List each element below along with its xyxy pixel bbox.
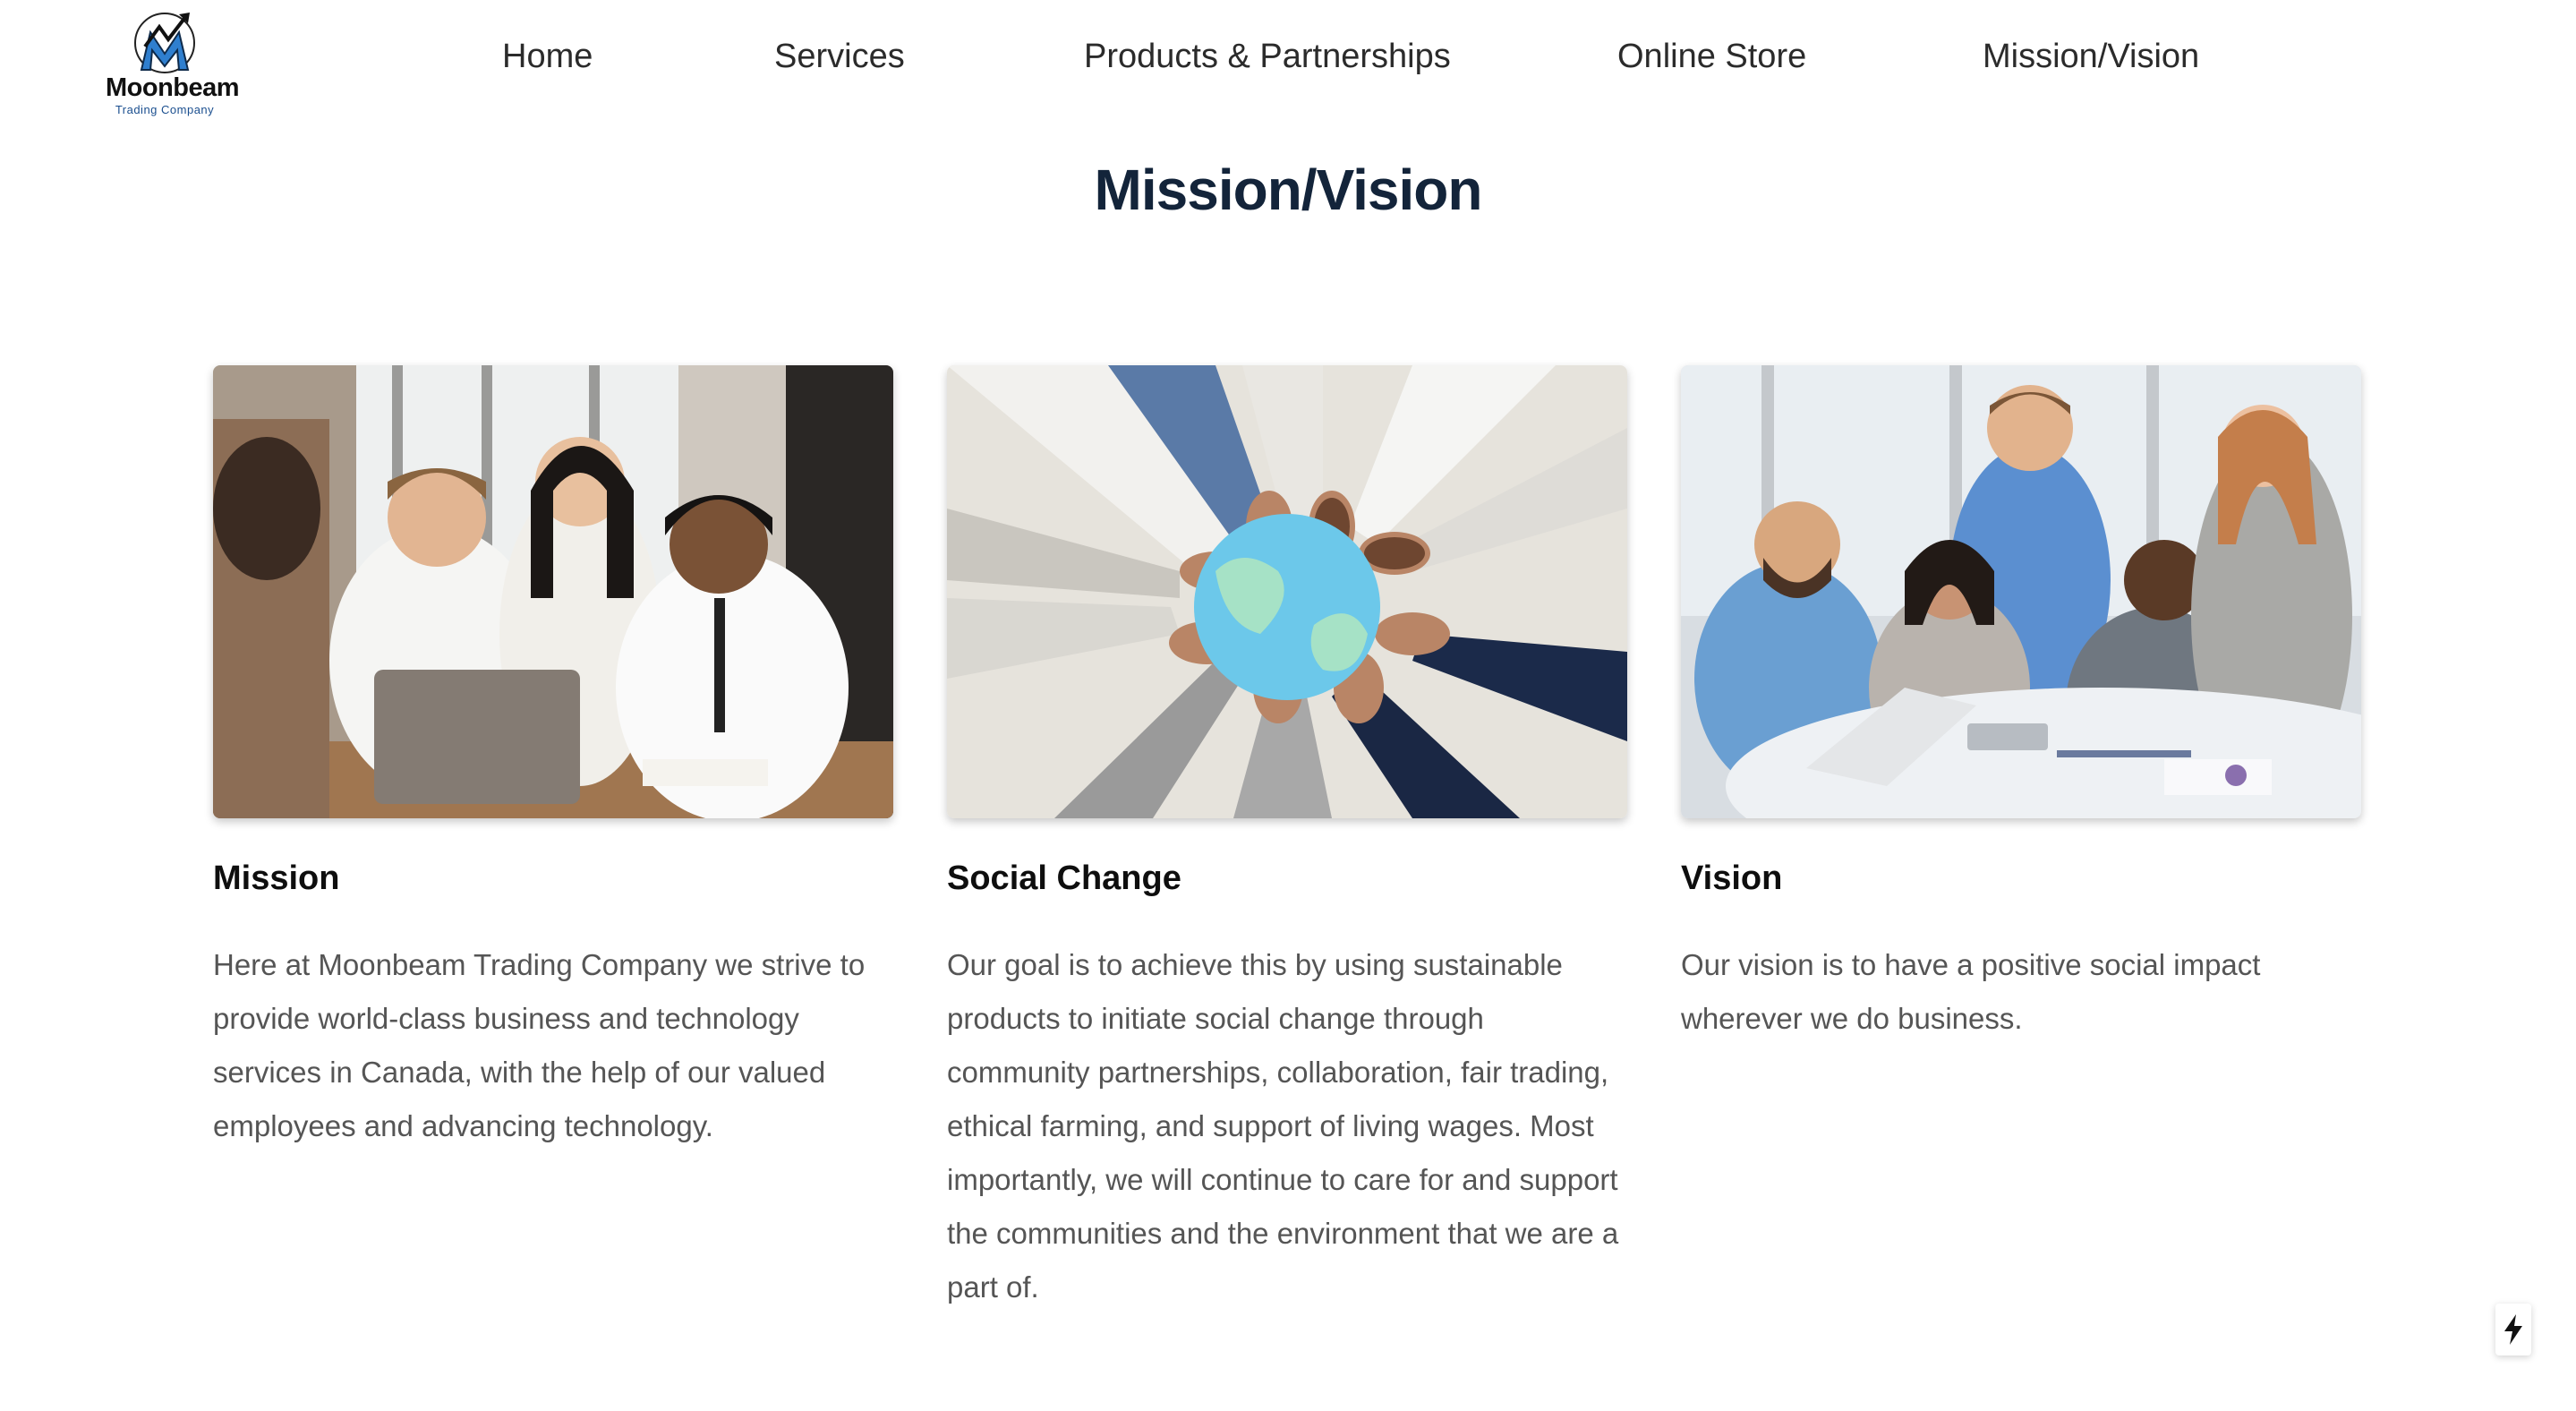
mission-text: Here at Moonbeam Trading Company we stri… — [213, 948, 866, 1142]
vision-text: Our vision is to have a positive social … — [1681, 948, 2261, 1035]
brand-logo[interactable]: Moonbeam Trading Company — [106, 11, 240, 116]
hands-holding-globe-photo — [947, 365, 1627, 818]
team-meeting-laptop-photo — [213, 365, 893, 818]
nav-services[interactable]: Services — [774, 38, 905, 76]
vision-title: Vision — [1681, 859, 1783, 897]
nav-home[interactable]: Home — [502, 38, 593, 76]
mission-title: Mission — [213, 859, 340, 897]
nav-products-partnerships[interactable]: Products & Partnerships — [1084, 38, 1451, 76]
nav-online-store[interactable]: Online Store — [1617, 38, 1806, 76]
brand-name: Moonbeam — [106, 73, 240, 102]
brand-tagline: Trading Company — [115, 103, 215, 116]
site-header: Moonbeam Trading Company Home Services P… — [0, 0, 2576, 134]
social-change-title: Social Change — [947, 859, 1181, 897]
nav-mission-vision[interactable]: Mission/Vision — [1983, 38, 2199, 76]
social-change-text: Our goal is to achieve this by using sus… — [947, 948, 1619, 1304]
diverse-team-office-photo — [1681, 365, 2361, 818]
floating-widget-button[interactable] — [2495, 1304, 2531, 1355]
page-title: Mission/Vision — [1094, 158, 1483, 222]
lightning-bolt-icon — [2504, 1314, 2522, 1345]
mountain-arrow-logo-icon — [134, 13, 195, 73]
